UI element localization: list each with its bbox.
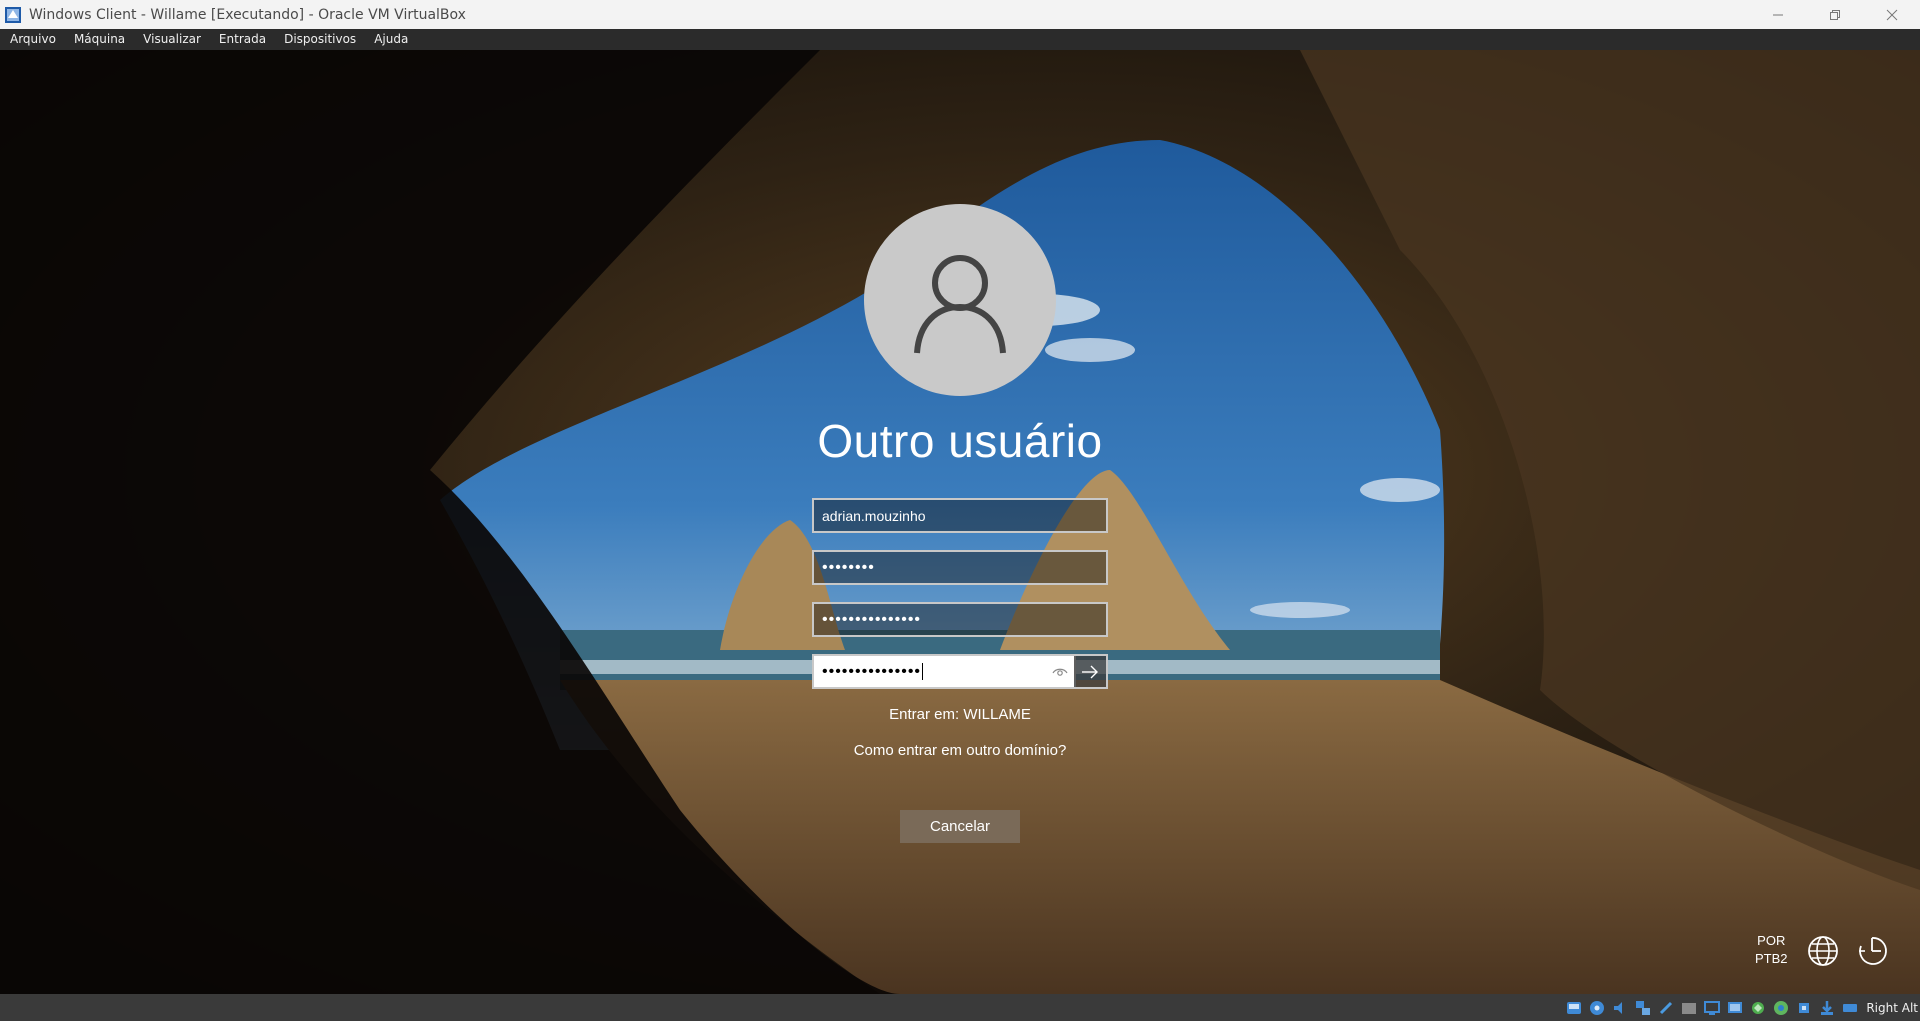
- mouse-integration-icon[interactable]: [1818, 999, 1836, 1017]
- network-globe-icon[interactable]: [1806, 934, 1840, 972]
- network-icon[interactable]: [1634, 999, 1652, 1017]
- audio-icon[interactable]: [1611, 999, 1629, 1017]
- user-avatar: [864, 204, 1056, 396]
- cpu-icon[interactable]: [1795, 999, 1813, 1017]
- sign-in-to-domain: Entrar em: WILLAME: [889, 706, 1031, 723]
- language-code: POR: [1757, 933, 1786, 948]
- window-titlebar: Windows Client - Willame [Executando] - …: [0, 0, 1920, 29]
- accessibility-icon[interactable]: [1855, 934, 1889, 972]
- window-title: Windows Client - Willame [Executando] - …: [29, 6, 466, 23]
- close-icon: [1886, 9, 1897, 20]
- vm-statusbar: Right Alt: [0, 994, 1920, 1021]
- keyboard-layout: PTB2: [1755, 951, 1788, 966]
- keyboard-capture-icon[interactable]: [1841, 999, 1859, 1017]
- new-password-value: •••••••••••••••: [822, 610, 922, 628]
- minimize-icon: [1772, 14, 1783, 15]
- vm-display[interactable]: Outro usuário adrian.mouzinho •••••••• •…: [0, 50, 1920, 994]
- submit-button[interactable]: [1074, 654, 1108, 689]
- menu-ajuda[interactable]: Ajuda: [365, 29, 417, 50]
- display-icon[interactable]: [1703, 999, 1721, 1017]
- user-icon: [914, 255, 1006, 354]
- host-key-label: Right Alt: [1866, 1000, 1918, 1015]
- login-title: Outro usuário: [817, 415, 1103, 467]
- username-value: adrian.mouzinho: [822, 507, 926, 524]
- menu-entrada[interactable]: Entrada: [210, 29, 275, 50]
- recording-icon[interactable]: [1749, 999, 1767, 1017]
- minimize-button[interactable]: [1749, 0, 1806, 29]
- confirm-password-value: •••••••••••••••: [822, 662, 922, 680]
- arrow-right-icon: [1082, 665, 1098, 678]
- reveal-password-icon[interactable]: [1052, 665, 1068, 682]
- new-password-field[interactable]: •••••••••••••••: [812, 602, 1108, 637]
- menu-visualizar[interactable]: Visualizar: [134, 29, 210, 50]
- restore-icon: [1829, 9, 1840, 20]
- text-caret: [922, 663, 924, 680]
- usb-icon[interactable]: [1657, 999, 1675, 1017]
- shared-folders-icon[interactable]: [1680, 999, 1698, 1017]
- menu-dispositivos[interactable]: Dispositivos: [275, 29, 365, 50]
- optical-drive-icon[interactable]: [1588, 999, 1606, 1017]
- username-field[interactable]: adrian.mouzinho: [812, 498, 1108, 533]
- current-password-field[interactable]: ••••••••: [812, 550, 1108, 585]
- menu-arquivo[interactable]: Arquivo: [0, 29, 65, 50]
- other-domain-link[interactable]: Como entrar em outro domínio?: [660, 742, 1260, 759]
- hard-disk-icon[interactable]: [1565, 999, 1583, 1017]
- restore-button[interactable]: [1806, 0, 1863, 29]
- guest-additions-icon[interactable]: [1772, 999, 1790, 1017]
- cancel-button[interactable]: Cancelar: [900, 810, 1020, 843]
- virtualbox-app-icon: [3, 5, 23, 25]
- close-button[interactable]: [1863, 0, 1920, 29]
- vm-menubar: Arquivo Máquina Visualizar Entrada Dispo…: [0, 29, 1920, 50]
- current-password-value: ••••••••: [822, 558, 875, 576]
- language-indicator[interactable]: POR PTB2: [1755, 932, 1788, 968]
- confirm-password-field[interactable]: •••••••••••••••: [812, 654, 1076, 689]
- menu-maquina[interactable]: Máquina: [65, 29, 134, 50]
- capture-icon[interactable]: [1726, 999, 1744, 1017]
